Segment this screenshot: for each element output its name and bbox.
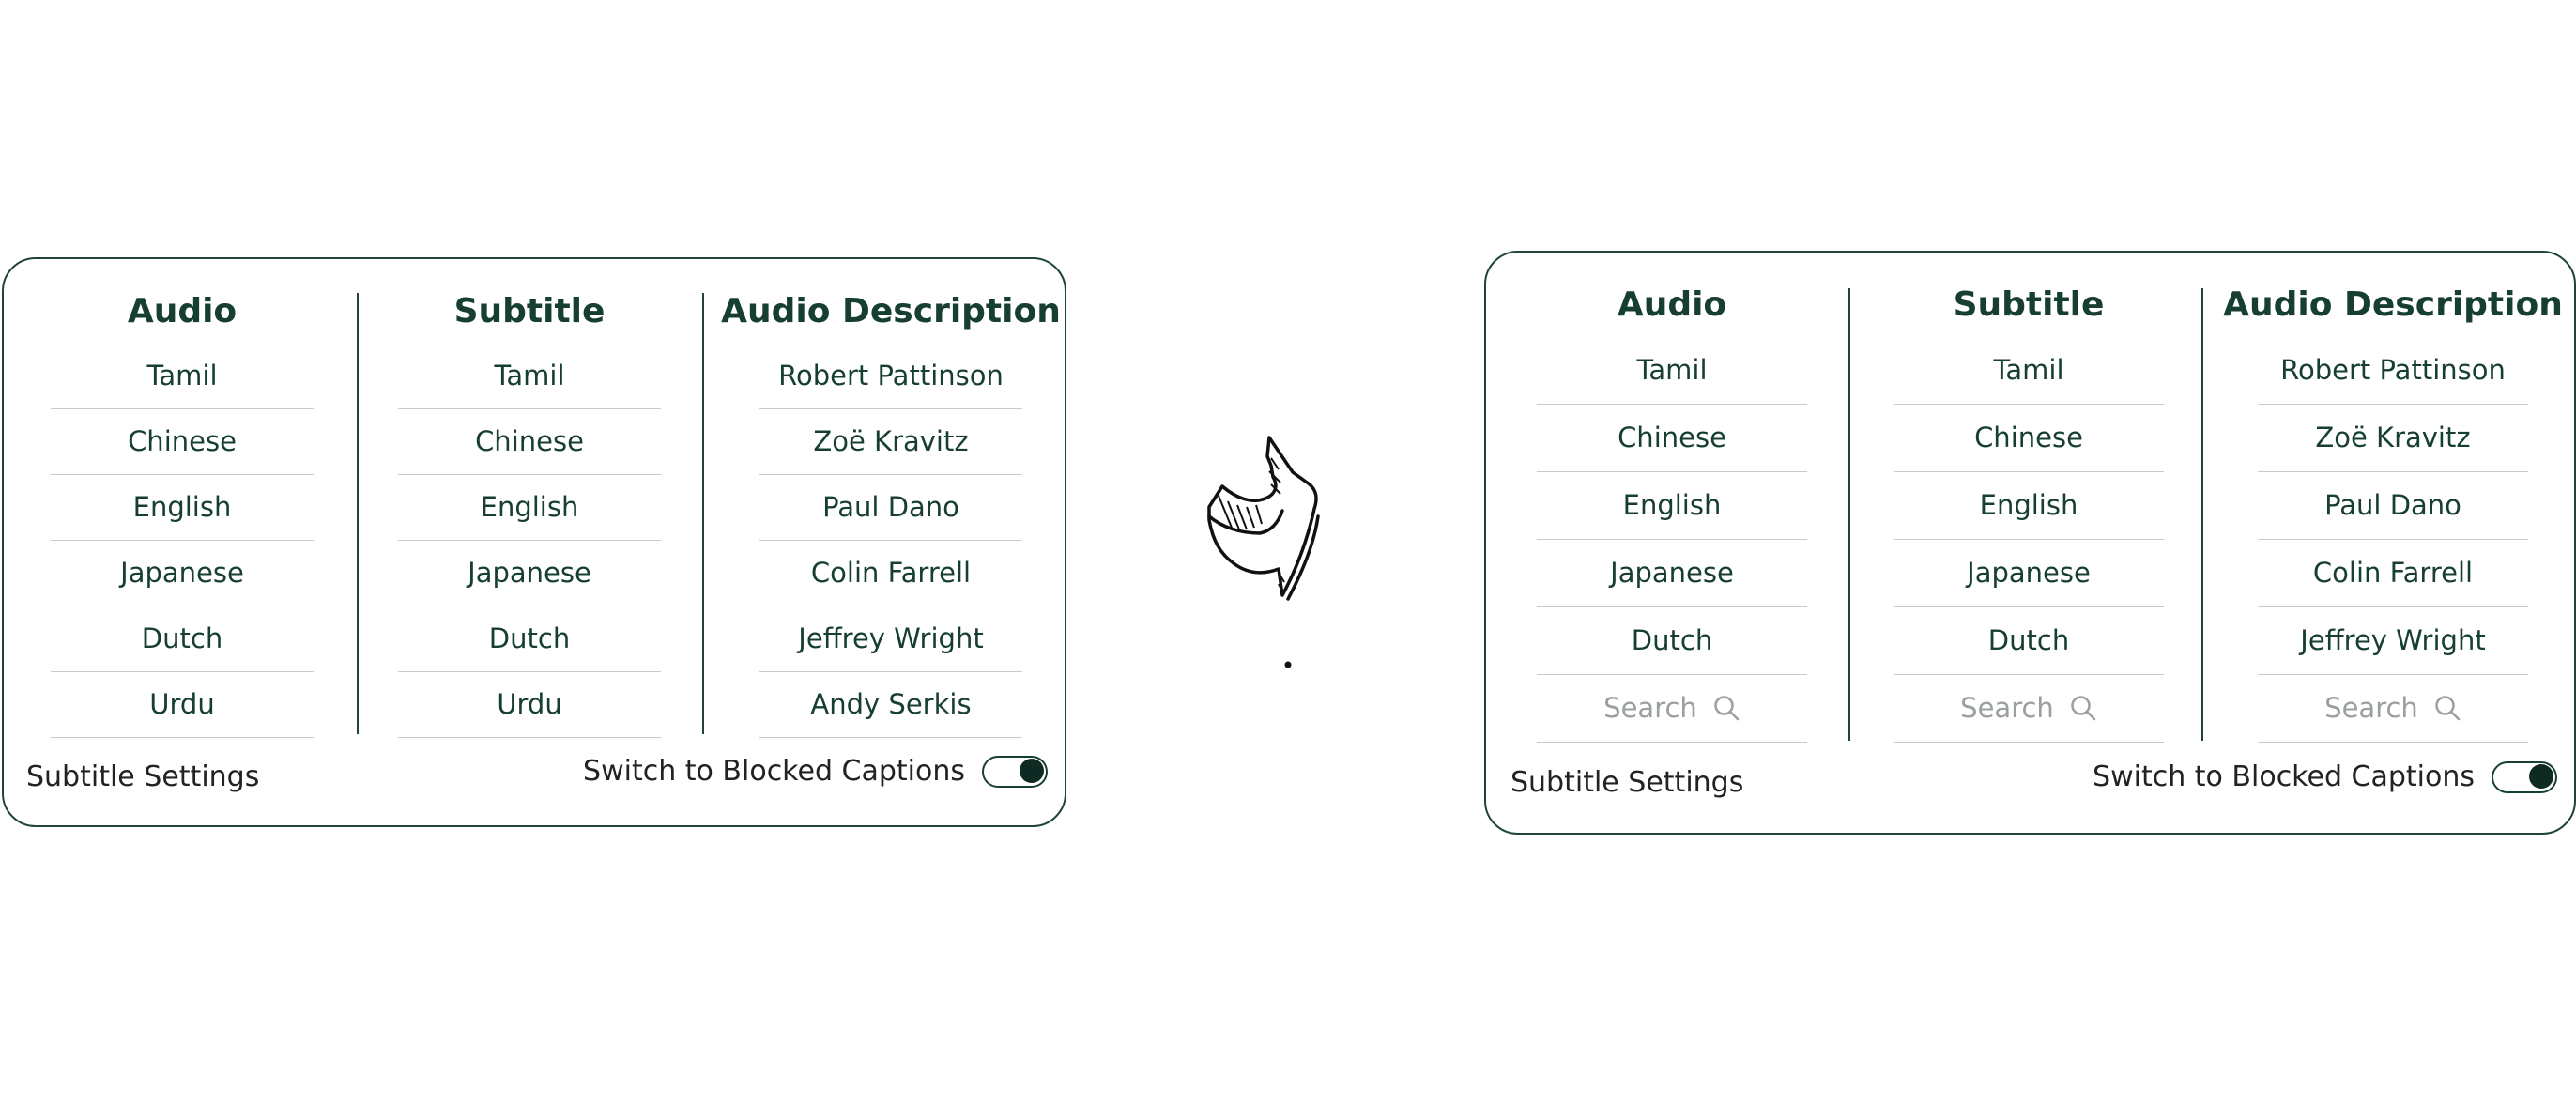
audio-option[interactable]: Dutch: [51, 606, 314, 672]
audio-description-column-title: Audio Description: [721, 292, 1061, 330]
toggle-knob: [1020, 759, 1044, 783]
audio-description-option[interactable]: Jeffrey Wright: [2258, 607, 2528, 675]
column-divider: [1848, 288, 1850, 741]
subtitle-option[interactable]: Japanese: [398, 541, 661, 606]
subtitle-search-field[interactable]: Search: [1894, 675, 2164, 743]
audio-description-search-field[interactable]: Search: [2258, 675, 2528, 743]
audio-search-field[interactable]: Search: [1537, 675, 1807, 743]
audio-description-search-placeholder: Search: [2324, 692, 2418, 724]
audio-option[interactable]: Tamil: [51, 344, 314, 409]
audio-description-option[interactable]: Paul Dano: [759, 475, 1022, 541]
audio-description-option[interactable]: Zoë Kravitz: [759, 409, 1022, 475]
audio-description-option[interactable]: Robert Pattinson: [2258, 337, 2528, 405]
toggle-knob: [2529, 764, 2553, 789]
subtitle-option[interactable]: English: [1894, 472, 2164, 540]
blocked-captions-toggle[interactable]: [2492, 760, 2557, 793]
audio-description-option[interactable]: Colin Farrell: [759, 541, 1022, 606]
audio-option[interactable]: Japanese: [1537, 540, 1807, 607]
audio-column-title: Audio: [1617, 285, 1727, 324]
blocked-captions-control: Switch to Blocked Captions: [583, 755, 1048, 788]
subtitle-option[interactable]: English: [398, 475, 661, 541]
audio-description-option[interactable]: Jeffrey Wright: [759, 606, 1022, 672]
audio-description-option[interactable]: Paul Dano: [2258, 472, 2528, 540]
subtitle-option[interactable]: Tamil: [398, 344, 661, 409]
search-icon: [2071, 696, 2096, 721]
audio-option[interactable]: Chinese: [51, 409, 314, 475]
audio-description-option[interactable]: Colin Farrell: [2258, 540, 2528, 607]
column-divider: [2201, 288, 2203, 741]
subtitle-option[interactable]: Japanese: [1894, 540, 2164, 607]
column-divider: [702, 293, 704, 734]
search-icon: [2435, 696, 2461, 721]
audio-description-column: Audio Description Robert Pattinson Zoë K…: [2223, 281, 2563, 743]
audio-column-title: Audio: [127, 292, 238, 330]
subtitle-option[interactable]: Dutch: [398, 606, 661, 672]
subtitle-column-title: Subtitle: [453, 292, 606, 330]
hand-drawn-curved-arrow-icon: [1207, 436, 1320, 668]
column-divider: [357, 293, 359, 734]
blocked-captions-toggle[interactable]: [982, 755, 1048, 788]
subtitle-settings-link[interactable]: Subtitle Settings: [26, 760, 259, 793]
subtitle-option[interactable]: Urdu: [398, 672, 661, 738]
panel-after: Audio Tamil Chinese English Japanese Dut…: [1484, 251, 2576, 835]
subtitle-search-placeholder: Search: [1960, 692, 2054, 724]
audio-description-column-title: Audio Description: [2223, 285, 2563, 324]
blocked-captions-control: Switch to Blocked Captions: [2093, 760, 2557, 793]
subtitle-option[interactable]: Dutch: [1894, 607, 2164, 675]
audio-description-option[interactable]: Zoë Kravitz: [2258, 405, 2528, 472]
subtitle-option[interactable]: Tamil: [1894, 337, 2164, 405]
audio-option[interactable]: Tamil: [1537, 337, 1807, 405]
blocked-captions-label: Switch to Blocked Captions: [583, 755, 965, 788]
subtitle-column: Subtitle Tamil Chinese English Japanese …: [398, 287, 661, 738]
panel-before: Audio Tamil Chinese English Japanese Dut…: [2, 257, 1066, 827]
subtitle-option[interactable]: Chinese: [398, 409, 661, 475]
audio-option[interactable]: Dutch: [1537, 607, 1807, 675]
subtitle-option[interactable]: Chinese: [1894, 405, 2164, 472]
subtitle-column: Subtitle Tamil Chinese English Japanese …: [1894, 281, 2164, 743]
audio-option[interactable]: English: [1537, 472, 1807, 540]
audio-option[interactable]: Japanese: [51, 541, 314, 606]
audio-column: Audio Tamil Chinese English Japanese Dut…: [51, 287, 314, 738]
audio-search-placeholder: Search: [1603, 692, 1697, 724]
audio-column: Audio Tamil Chinese English Japanese Dut…: [1537, 281, 1807, 743]
audio-description-column: Audio Description Robert Pattinson Zoë K…: [721, 287, 1061, 738]
search-icon: [1714, 696, 1740, 721]
audio-option[interactable]: English: [51, 475, 314, 541]
audio-description-option[interactable]: Robert Pattinson: [759, 344, 1022, 409]
audio-option[interactable]: Urdu: [51, 672, 314, 738]
subtitle-settings-link[interactable]: Subtitle Settings: [1510, 766, 1743, 799]
audio-option[interactable]: Chinese: [1537, 405, 1807, 472]
blocked-captions-label: Switch to Blocked Captions: [2093, 760, 2475, 793]
subtitle-column-title: Subtitle: [1953, 285, 2105, 324]
audio-description-option[interactable]: Andy Serkis: [759, 672, 1022, 738]
